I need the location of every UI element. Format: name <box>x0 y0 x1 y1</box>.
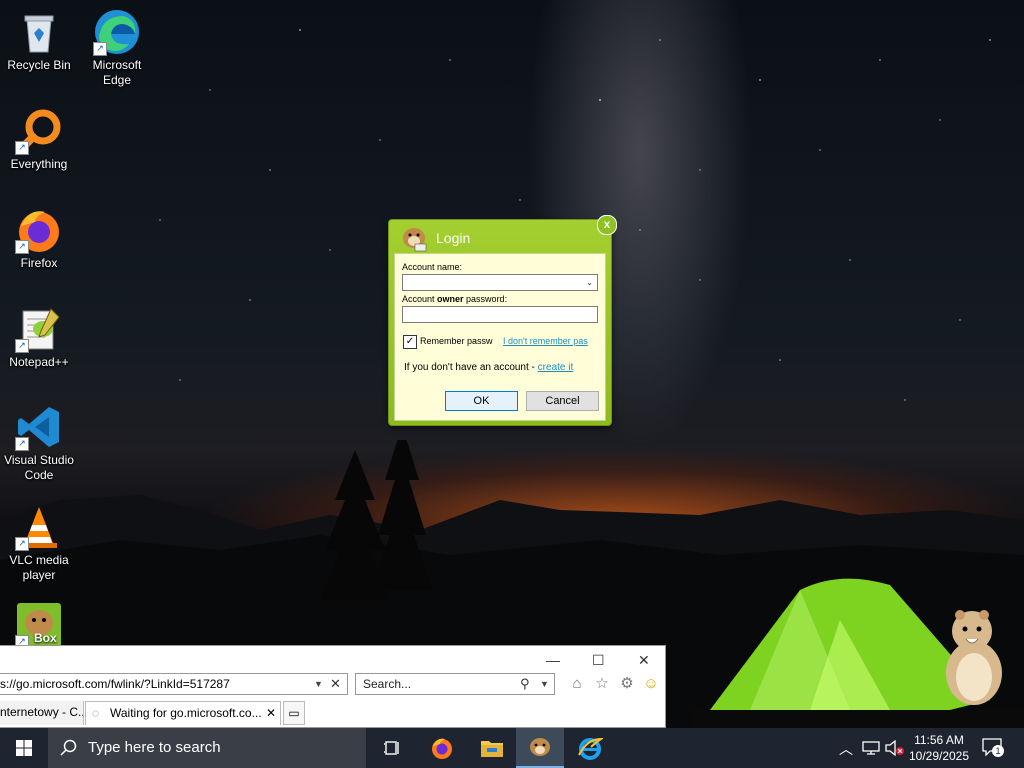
firefox-icon: ↗ <box>15 206 63 254</box>
close-tab-icon[interactable]: ✕ <box>266 702 276 724</box>
desktop-icon-everything[interactable]: ↗ Everything <box>0 107 78 172</box>
browser-window: — ☐ ✕ s://go.microsoft.com/fwlink/?LinkI… <box>0 645 666 728</box>
desktop-icon-notepadpp[interactable]: ↗ Notepad++ <box>0 305 78 370</box>
home-icon[interactable]: ⌂ <box>568 675 586 693</box>
folder-icon <box>481 741 503 757</box>
edge-icon: ↗ <box>93 8 141 56</box>
search-icon <box>60 739 77 756</box>
chevron-down-icon[interactable]: ⌄ <box>584 277 595 288</box>
clock-date: 10/29/2025 <box>908 749 970 763</box>
taskbar-search-box[interactable]: Type here to search <box>48 728 366 768</box>
desktop-icon-label: Notepad++ <box>9 355 69 369</box>
favorites-star-icon[interactable]: ☆ <box>593 675 611 693</box>
create-account-link[interactable]: create it <box>538 362 574 373</box>
search-input[interactable]: Search... ⚲ ▼ <box>355 673 555 695</box>
task-view-button[interactable] <box>368 728 416 768</box>
taskbar-hamster-app[interactable] <box>516 728 564 768</box>
taskbar-clock[interactable]: 11:56 AM 10/29/2025 <box>906 732 972 764</box>
desktop-icon-vlc[interactable]: ↗ VLC media player <box>0 503 78 583</box>
recycle-bin-icon <box>15 8 63 56</box>
taskbar: Type here to search ︿ 11:56 AM 10/29/202… <box>0 728 1024 768</box>
desktop-icon-recycle-bin[interactable]: Recycle Bin <box>0 8 78 73</box>
close-window-button[interactable]: ✕ <box>638 652 650 669</box>
vscode-icon: ↗ <box>15 403 63 451</box>
taskbar-internet-explorer[interactable] <box>566 728 614 768</box>
hamster-app-icon <box>530 738 550 756</box>
hamster-mascot-icon[interactable] <box>938 605 1010 709</box>
network-icon[interactable] <box>862 741 880 755</box>
desktop-icon-edge[interactable]: ↗ Microsoft Edge <box>78 8 156 88</box>
desktop-icon-label: Recycle Bin <box>7 58 71 72</box>
address-text: s://go.microsoft.com/fwlink/?LinkId=5172… <box>0 677 230 691</box>
checkmark-icon: ✓ <box>405 336 415 347</box>
account-name-label: Account name: <box>402 262 463 272</box>
desktop-icon-label: Visual Studio Code <box>4 453 74 482</box>
desktop-icon-label: Everything <box>10 157 68 171</box>
firefox-icon <box>432 738 452 759</box>
shortcut-arrow-icon: ↗ <box>15 537 29 551</box>
show-hidden-icons-chevron-up-icon[interactable]: ︿ <box>839 739 853 759</box>
no-account-text: If you don't have an account - create it <box>404 362 574 373</box>
desktop-icon-label: Microsoft Edge <box>92 58 142 87</box>
address-bar[interactable]: s://go.microsoft.com/fwlink/?LinkId=5172… <box>0 673 348 695</box>
stop-icon[interactable]: ✕ <box>330 674 341 694</box>
dialog-body: Account name: ⌄ Account owner password: … <box>394 253 606 421</box>
new-tab-button[interactable]: ▭ <box>283 701 305 725</box>
password-field[interactable] <box>402 306 598 323</box>
close-icon: x <box>603 217 611 231</box>
task-view-icon <box>384 741 399 755</box>
desktop-icon-label: Firefox <box>20 256 58 270</box>
dialog-title: Login <box>436 230 471 246</box>
hamster-app-icon <box>403 228 427 252</box>
search-placeholder: Search... <box>363 677 412 691</box>
maximize-button[interactable]: ☐ <box>592 652 605 669</box>
dialog-close-button[interactable]: x <box>597 215 617 235</box>
internet-explorer-icon <box>578 737 603 760</box>
ok-button[interactable]: OK <box>445 391 518 411</box>
forgot-password-link[interactable]: I don't remember pas <box>503 336 588 346</box>
new-tab-icon: ▭ <box>288 706 300 720</box>
shortcut-arrow-icon: ↗ <box>15 437 29 451</box>
loading-spinner-icon: ◌ <box>92 706 100 720</box>
clock-time: 11:56 AM <box>914 733 964 747</box>
taskbar-firefox[interactable] <box>418 728 466 768</box>
shortcut-arrow-icon: ↗ <box>15 240 29 254</box>
password-label: Account owner password: <box>402 294 508 304</box>
taskbar-search-placeholder: Type here to search <box>88 739 221 756</box>
cancel-button[interactable]: Cancel <box>526 391 599 411</box>
remember-password-label: Remember passw <box>420 336 493 346</box>
speaker-muted-icon[interactable] <box>885 740 905 756</box>
gear-icon[interactable]: ⚙ <box>618 675 636 693</box>
minimize-button[interactable]: — <box>546 652 560 668</box>
desktop-icon-vscode[interactable]: ↗ Visual Studio Code <box>0 403 78 483</box>
search-icon[interactable]: ⚲ <box>520 674 530 694</box>
start-button[interactable] <box>0 728 48 768</box>
shortcut-arrow-icon: ↗ <box>15 141 29 155</box>
notification-count-badge: 1 <box>992 745 1004 757</box>
desktop-icon-label: VLC media player <box>9 553 69 582</box>
address-dropdown-icon[interactable]: ▼ <box>314 674 323 694</box>
shortcut-arrow-icon: ↗ <box>93 42 107 56</box>
magnifier-icon: ↗ <box>15 107 63 155</box>
box-icon-text: Box <box>34 631 57 645</box>
remember-password-checkbox[interactable]: ✓ <box>403 335 417 349</box>
vlc-icon: ↗ <box>15 503 63 551</box>
shortcut-arrow-icon: ↗ <box>15 339 29 353</box>
action-center-button[interactable]: 1 <box>982 738 1004 758</box>
windows-logo-icon <box>16 740 32 756</box>
login-dialog: Login x Account name: ⌄ Account owner pa… <box>388 215 617 426</box>
smiley-feedback-icon[interactable]: ☺ <box>642 675 660 693</box>
taskbar-file-explorer[interactable] <box>468 728 516 768</box>
tab-previous[interactable]: nternetowy - C... <box>0 701 84 725</box>
tab-active[interactable]: ◌ Waiting for go.microsoft.co... ✕ <box>85 701 281 725</box>
notepadpp-icon: ↗ <box>15 305 63 353</box>
account-name-combobox[interactable]: ⌄ <box>402 274 598 291</box>
desktop-icon-firefox[interactable]: ↗ Firefox <box>0 206 78 271</box>
search-dropdown-icon[interactable]: ▼ <box>540 674 549 694</box>
